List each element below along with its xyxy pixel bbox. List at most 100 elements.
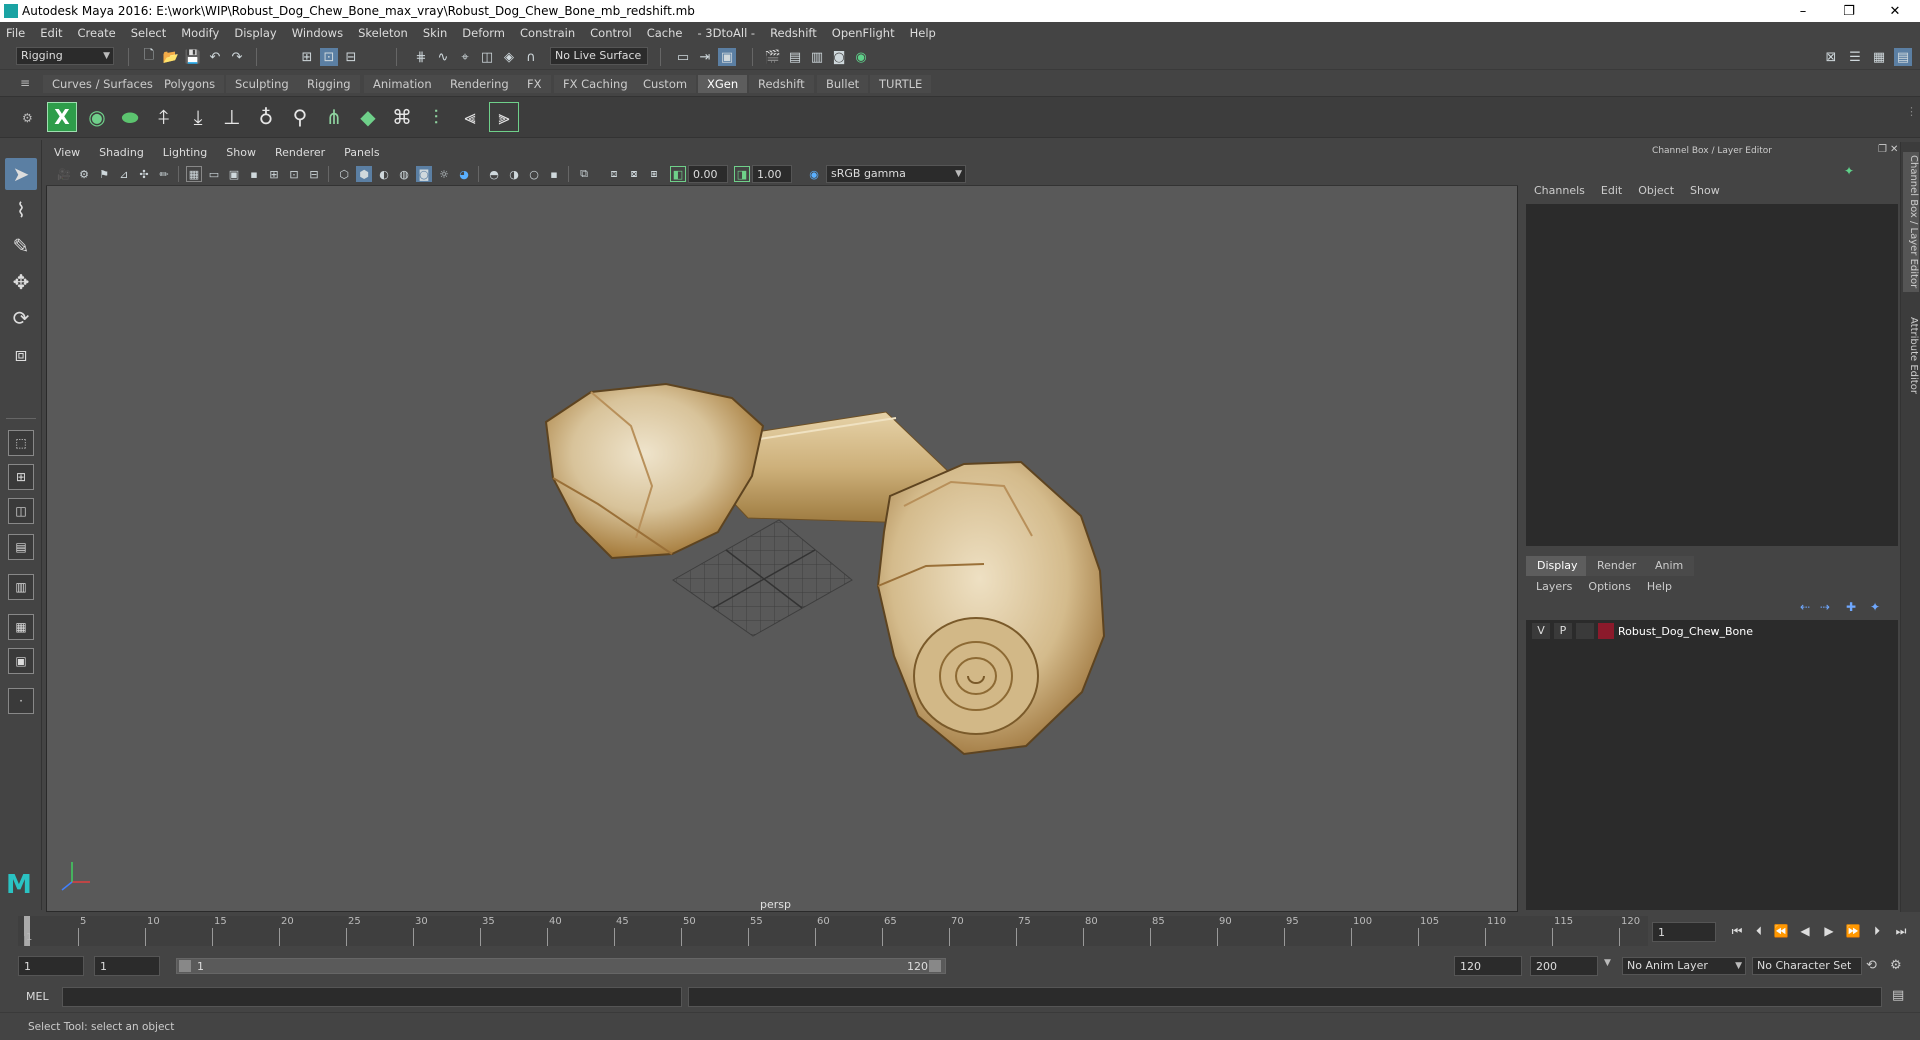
layers-menu[interactable]: Layers bbox=[1536, 580, 1572, 593]
xray-joints-icon[interactable]: ⧈ bbox=[606, 166, 622, 182]
current-frame-field[interactable]: 1 bbox=[1652, 922, 1716, 942]
channel-box-toggle-icon[interactable]: ▤ bbox=[1894, 48, 1912, 66]
move-layer-up-icon[interactable]: ⇠ bbox=[1800, 600, 1810, 614]
layer-reference-toggle[interactable] bbox=[1576, 623, 1594, 639]
snap-point-icon[interactable]: ⌖ bbox=[456, 48, 474, 66]
xgen-descriptions-icon[interactable]: ◆ bbox=[353, 102, 383, 132]
rotate-tool-icon[interactable]: ⟳ bbox=[5, 302, 37, 334]
color-management-icon[interactable]: ◉ bbox=[806, 166, 822, 182]
menu-select[interactable]: Select bbox=[131, 26, 166, 40]
backface-culling-icon[interactable]: ⧆ bbox=[646, 166, 662, 182]
animation-start-field[interactable]: 1 bbox=[18, 956, 84, 976]
camera-attributes-icon[interactable]: ⚙ bbox=[76, 166, 92, 182]
screen-space-ao-icon[interactable]: ◕ bbox=[456, 166, 472, 182]
four-view-layout-icon[interactable]: ⊞ bbox=[8, 464, 34, 490]
menu-help[interactable]: Help bbox=[910, 26, 936, 40]
show-menu[interactable]: Show bbox=[1690, 184, 1720, 197]
two-pane-layout-icon[interactable]: ◫ bbox=[8, 498, 34, 524]
side-tab-attribute-editor[interactable]: Attribute Editor bbox=[1903, 310, 1919, 400]
options-menu[interactable]: Options bbox=[1588, 580, 1630, 593]
channel-box-icon[interactable]: ✦ bbox=[1844, 164, 1854, 178]
step-back-frame-icon[interactable]: ⏴ bbox=[1750, 922, 1768, 940]
tab-bullet[interactable]: Bullet bbox=[817, 75, 869, 93]
hypershade-layout-icon[interactable]: ▦ bbox=[8, 614, 34, 640]
menu-modify[interactable]: Modify bbox=[181, 26, 219, 40]
channels-menu[interactable]: Channels bbox=[1534, 184, 1585, 197]
go-to-end-icon[interactable]: ⏭ bbox=[1892, 922, 1910, 940]
tab-custom[interactable]: Custom bbox=[634, 75, 697, 93]
menu-skin[interactable]: Skin bbox=[423, 26, 447, 40]
select-component-icon[interactable]: ⊟ bbox=[342, 48, 360, 66]
wireframe-icon[interactable]: ⬡ bbox=[336, 166, 352, 182]
xgen-comb-icon[interactable]: ⫷ bbox=[455, 102, 485, 132]
layer-name[interactable]: Robust_Dog_Chew_Bone bbox=[1618, 625, 1753, 638]
xgen-collection-icon[interactable]: ⬬ bbox=[115, 102, 145, 132]
animation-preferences-icon[interactable]: ⚙ bbox=[1890, 958, 1902, 973]
layer-help-menu[interactable]: Help bbox=[1647, 580, 1672, 593]
smooth-shade-icon[interactable]: ⬢ bbox=[356, 166, 372, 182]
go-to-start-icon[interactable]: ⏮ bbox=[1728, 922, 1746, 940]
tab-sculpting[interactable]: Sculpting bbox=[226, 75, 298, 93]
outliner-layout-icon[interactable]: ▤ bbox=[8, 534, 34, 560]
snap-view-icon[interactable]: ◫ bbox=[478, 48, 496, 66]
exposure-icon[interactable]: ◧ bbox=[670, 166, 686, 182]
viewport-menu-renderer[interactable]: Renderer bbox=[275, 146, 325, 159]
play-forwards-icon[interactable]: ▶ bbox=[1820, 922, 1838, 940]
xgen-guide-tools-icon[interactable]: ⋔ bbox=[319, 102, 349, 132]
shadows-icon[interactable]: ☼ bbox=[436, 166, 452, 182]
viewport-menu-shading[interactable]: Shading bbox=[99, 146, 144, 159]
redshift-render-icon[interactable]: ◉ bbox=[852, 48, 870, 66]
minimize-button[interactable]: – bbox=[1780, 0, 1826, 22]
use-all-lights-icon[interactable]: ◙ bbox=[416, 166, 432, 182]
snap-grid-icon[interactable]: ⋕ bbox=[412, 48, 430, 66]
hypershade-icon[interactable]: ◙ bbox=[830, 48, 848, 66]
time-slider[interactable]: 1 5 10 15 20 25 30 35 40 45 50 55 60 65 … bbox=[18, 916, 1648, 946]
xgen-insert-cv-icon[interactable]: ⊥ bbox=[217, 102, 247, 132]
snap-surface-icon[interactable]: ◈ bbox=[500, 48, 518, 66]
menu-control[interactable]: Control bbox=[590, 26, 632, 40]
auto-key-icon[interactable]: ⟲ bbox=[1866, 958, 1877, 973]
custom-layout-icon[interactable]: ▣ bbox=[8, 648, 34, 674]
edit-menu[interactable]: Edit bbox=[1601, 184, 1622, 197]
command-input[interactable] bbox=[62, 987, 682, 1007]
tab-display[interactable]: Display bbox=[1526, 556, 1589, 576]
menu-redshift[interactable]: Redshift bbox=[770, 26, 817, 40]
xray-icon[interactable]: ▪ bbox=[546, 166, 562, 182]
command-language-label[interactable]: MEL bbox=[26, 990, 49, 1003]
resolution-gate-icon[interactable]: ▣ bbox=[226, 166, 242, 182]
two-d-pan-icon[interactable]: ✣ bbox=[136, 166, 152, 182]
playback-end-field[interactable]: 120 bbox=[1454, 956, 1522, 976]
color-space-dropdown[interactable]: sRGB gamma ▼ bbox=[826, 165, 966, 183]
input-output-icon[interactable]: ⇥ bbox=[696, 48, 714, 66]
tab-xgen[interactable]: XGen bbox=[698, 75, 748, 93]
scale-tool-icon[interactable]: ⧈ bbox=[5, 338, 37, 370]
playback-start-field[interactable]: 1 bbox=[94, 956, 160, 976]
side-tab-channel-box[interactable]: Channel Box / Layer Editor bbox=[1903, 152, 1919, 292]
channel-list[interactable] bbox=[1526, 204, 1898, 546]
render-frame-icon[interactable]: 🎬 bbox=[764, 48, 782, 66]
save-scene-icon[interactable]: 💾 bbox=[184, 48, 202, 66]
xgen-preview-icon[interactable]: ◉ bbox=[82, 102, 112, 132]
tab-polygons[interactable]: Polygons bbox=[155, 75, 225, 93]
menu-windows[interactable]: Windows bbox=[292, 26, 343, 40]
tab-redshift[interactable]: Redshift bbox=[749, 75, 814, 93]
xgen-editor-icon[interactable]: X bbox=[47, 102, 77, 132]
xgen-move-guide-icon[interactable]: ⤓ bbox=[183, 102, 213, 132]
render-view-icon[interactable]: ▥ bbox=[808, 48, 826, 66]
grid-toggle-icon[interactable]: ▦ bbox=[186, 166, 202, 182]
menu-deform[interactable]: Deform bbox=[462, 26, 505, 40]
menu-create[interactable]: Create bbox=[78, 26, 116, 40]
live-surface-field[interactable]: No Live Surface bbox=[550, 47, 648, 65]
new-scene-icon[interactable]: 🗋 bbox=[140, 48, 158, 66]
menu-display[interactable]: Display bbox=[234, 26, 276, 40]
image-plane-icon[interactable]: ⊿ bbox=[116, 166, 132, 182]
restore-button[interactable]: ❐ bbox=[1826, 0, 1872, 22]
gamma-field[interactable]: 1.00 bbox=[752, 165, 792, 183]
select-object-icon[interactable]: ⊡ bbox=[320, 48, 338, 66]
xgen-toggle-guides-icon[interactable]: ♁ bbox=[251, 102, 281, 132]
step-back-key-icon[interactable]: ⏪ bbox=[1772, 922, 1790, 940]
viewport-menu-panels[interactable]: Panels bbox=[344, 146, 379, 159]
menu-file[interactable]: File bbox=[6, 26, 25, 40]
shelf-menu-icon[interactable]: ≡ bbox=[20, 76, 30, 90]
gamma-icon[interactable]: ◨ bbox=[734, 166, 750, 182]
